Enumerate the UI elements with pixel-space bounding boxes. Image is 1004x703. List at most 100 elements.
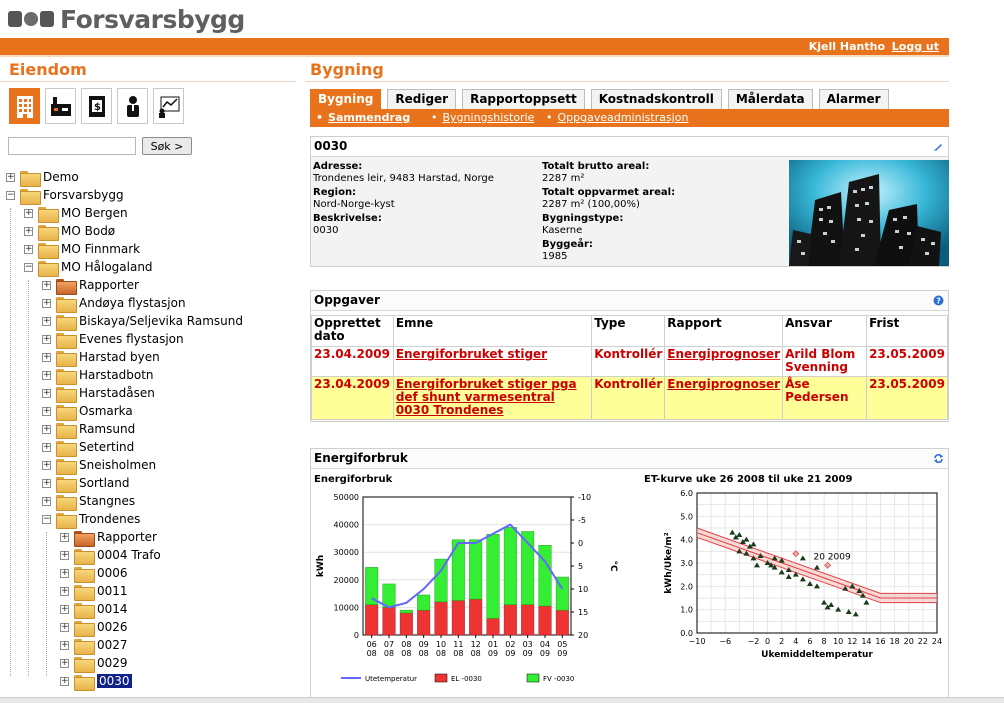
expand-icon[interactable]: +	[42, 442, 51, 452]
expand-icon[interactable]: +	[60, 622, 69, 632]
expand-icon[interactable]: +	[24, 208, 33, 218]
table-row[interactable]: 23.04.2009 Energiforbruket stiger Kontro…	[311, 346, 948, 377]
tab-alarmer[interactable]: Alarmer	[818, 89, 889, 109]
tree-item[interactable]: + Biskaya/Seljevika Ramsund	[42, 312, 243, 331]
tree-item[interactable]: + Rapporter	[42, 276, 139, 295]
expand-icon[interactable]: +	[60, 676, 69, 686]
brand-mark-icon	[8, 11, 54, 27]
tab-kostnadskontroll[interactable]: Kostnadskontroll	[590, 89, 722, 109]
tab-rapportoppsett[interactable]: Rapportoppsett	[462, 89, 585, 109]
expand-icon[interactable]: +	[24, 244, 33, 254]
tree-item[interactable]: +0030	[60, 672, 132, 691]
tree-item[interactable]: + Sortland	[42, 474, 130, 493]
col-header-report[interactable]: Rapport	[664, 315, 784, 347]
tree-item[interactable]: +0026	[60, 618, 128, 637]
horizontal-scrollbar[interactable]	[0, 697, 1004, 703]
expand-icon[interactable]: +	[60, 604, 69, 614]
search-button[interactable]: Søk >	[142, 137, 192, 155]
expand-icon[interactable]: +	[42, 478, 51, 488]
brand-logo[interactable]: Forsvarsbygg	[8, 4, 245, 34]
tree-item[interactable]: + Harstad byen	[42, 348, 160, 367]
task-subject-link[interactable]: Energiforbruket stiger	[396, 347, 547, 361]
help-icon[interactable]: ?	[933, 295, 944, 306]
expand-icon[interactable]: +	[42, 298, 51, 308]
y2-axis-label: °C	[608, 560, 618, 572]
tree-item[interactable]: + Setertind	[42, 438, 134, 457]
tasks-panel: Oppgaver ? Opprettet dato Emne Type Rapp…	[310, 290, 949, 422]
subtab-oppgaveadministrasjon[interactable]: • Oppgaveadministrasjon	[546, 111, 688, 124]
subtab-sammendrag[interactable]: • Sammendrag	[316, 111, 410, 124]
expand-icon[interactable]: +	[60, 532, 69, 542]
edit-pencil-icon[interactable]	[933, 141, 944, 152]
expand-icon[interactable]: +	[42, 406, 51, 416]
expand-icon[interactable]: +	[60, 586, 69, 596]
collapse-icon[interactable]: −	[24, 262, 33, 272]
property-search-input[interactable]	[8, 137, 136, 155]
col-header-responsible[interactable]: Ansvar	[782, 315, 868, 347]
table-row[interactable]: 23.04.2009 Energiforbruket stiger pga de…	[311, 376, 948, 420]
logout-link[interactable]: Logg ut	[892, 40, 939, 53]
tree-item[interactable]: + Harstadåsen	[42, 384, 155, 403]
expand-icon[interactable]: +	[42, 424, 51, 434]
tab-malerdata[interactable]: Målerdata	[727, 89, 813, 109]
tree-item[interactable]: +0014	[60, 600, 128, 619]
expand-icon[interactable]: +	[60, 550, 69, 560]
tree-item[interactable]: +0006	[60, 564, 128, 583]
expand-icon[interactable]: +	[6, 172, 15, 182]
tree-item[interactable]: + MO Finnmark	[24, 240, 140, 259]
expand-icon[interactable]: +	[24, 226, 33, 236]
col-header-type[interactable]: Type	[591, 315, 666, 347]
building-info-header: 0030	[311, 137, 948, 157]
expand-icon[interactable]: +	[42, 334, 51, 344]
tree-item[interactable]: + Demo	[6, 168, 79, 187]
task-report-link[interactable]: Energiprognoser	[667, 347, 780, 361]
tab-rediger[interactable]: Rediger	[387, 89, 457, 109]
x-tick-label: 06	[367, 640, 377, 649]
tree-item[interactable]: +0011	[60, 582, 128, 601]
expand-icon[interactable]: +	[42, 496, 51, 506]
col-header-subject[interactable]: Emne	[392, 315, 593, 347]
tree-item[interactable]: + Andøya flystasjon	[42, 294, 186, 313]
expand-icon[interactable]: +	[60, 568, 69, 578]
col-header-created[interactable]: Opprettet dato	[311, 315, 394, 347]
expand-icon[interactable]: +	[60, 640, 69, 650]
refresh-icon[interactable]	[933, 453, 944, 464]
tree-item[interactable]: +0029	[60, 654, 128, 673]
expand-icon[interactable]: +	[42, 388, 51, 398]
expand-icon[interactable]: +	[42, 370, 51, 380]
tree-item[interactable]: − MO Hålogaland	[24, 258, 153, 277]
tree-item[interactable]: + Osmarka	[42, 402, 133, 421]
expand-icon[interactable]: +	[42, 316, 51, 326]
tree-item[interactable]: + Sneisholmen	[42, 456, 156, 475]
finance-building-icon[interactable]: $	[81, 88, 112, 124]
subtab-bygningshistorie[interactable]: • Bygningshistorie	[431, 111, 534, 124]
person-icon[interactable]	[117, 88, 148, 124]
tree-item[interactable]: +0004 Trafo	[60, 546, 161, 565]
expand-icon[interactable]: +	[60, 658, 69, 668]
building-icon[interactable]	[9, 88, 40, 124]
expand-icon[interactable]: +	[42, 460, 51, 470]
task-report-link[interactable]: Energiprognoser	[667, 377, 780, 391]
tree-item[interactable]: + Stangnes	[42, 492, 135, 511]
factory-icon[interactable]	[45, 88, 76, 124]
tree-item[interactable]: − Trondenes	[42, 510, 140, 529]
col-header-deadline[interactable]: Frist	[866, 315, 948, 347]
tree-item[interactable]: + Ramsund	[42, 420, 135, 439]
tab-bygning[interactable]: Bygning	[310, 89, 382, 109]
tree-item[interactable]: + MO Bergen	[24, 204, 128, 223]
collapse-icon[interactable]: −	[6, 190, 15, 200]
chart-person-icon[interactable]	[153, 88, 184, 124]
expand-icon[interactable]: +	[42, 352, 51, 362]
tree-item[interactable]: +0027	[60, 636, 128, 655]
collapse-icon[interactable]: −	[42, 514, 51, 524]
tree-item[interactable]: + Rapporter	[60, 528, 157, 547]
folder-icon	[20, 188, 41, 205]
expand-icon[interactable]: +	[42, 280, 51, 290]
tree-item[interactable]: − Forsvarsbygg	[6, 186, 124, 205]
x-tick-label: 24	[932, 637, 942, 646]
tree-item[interactable]: + Evenes flystasjon	[42, 330, 184, 349]
building-info-panel: 0030 Adresse: Trondenes leir, 9483 Harsta…	[310, 136, 949, 267]
task-subject-link[interactable]: Energiforbruket stiger pga def shunt var…	[396, 377, 577, 417]
tree-item[interactable]: + Harstadbotn	[42, 366, 154, 385]
tree-item[interactable]: + MO Bodø	[24, 222, 115, 241]
